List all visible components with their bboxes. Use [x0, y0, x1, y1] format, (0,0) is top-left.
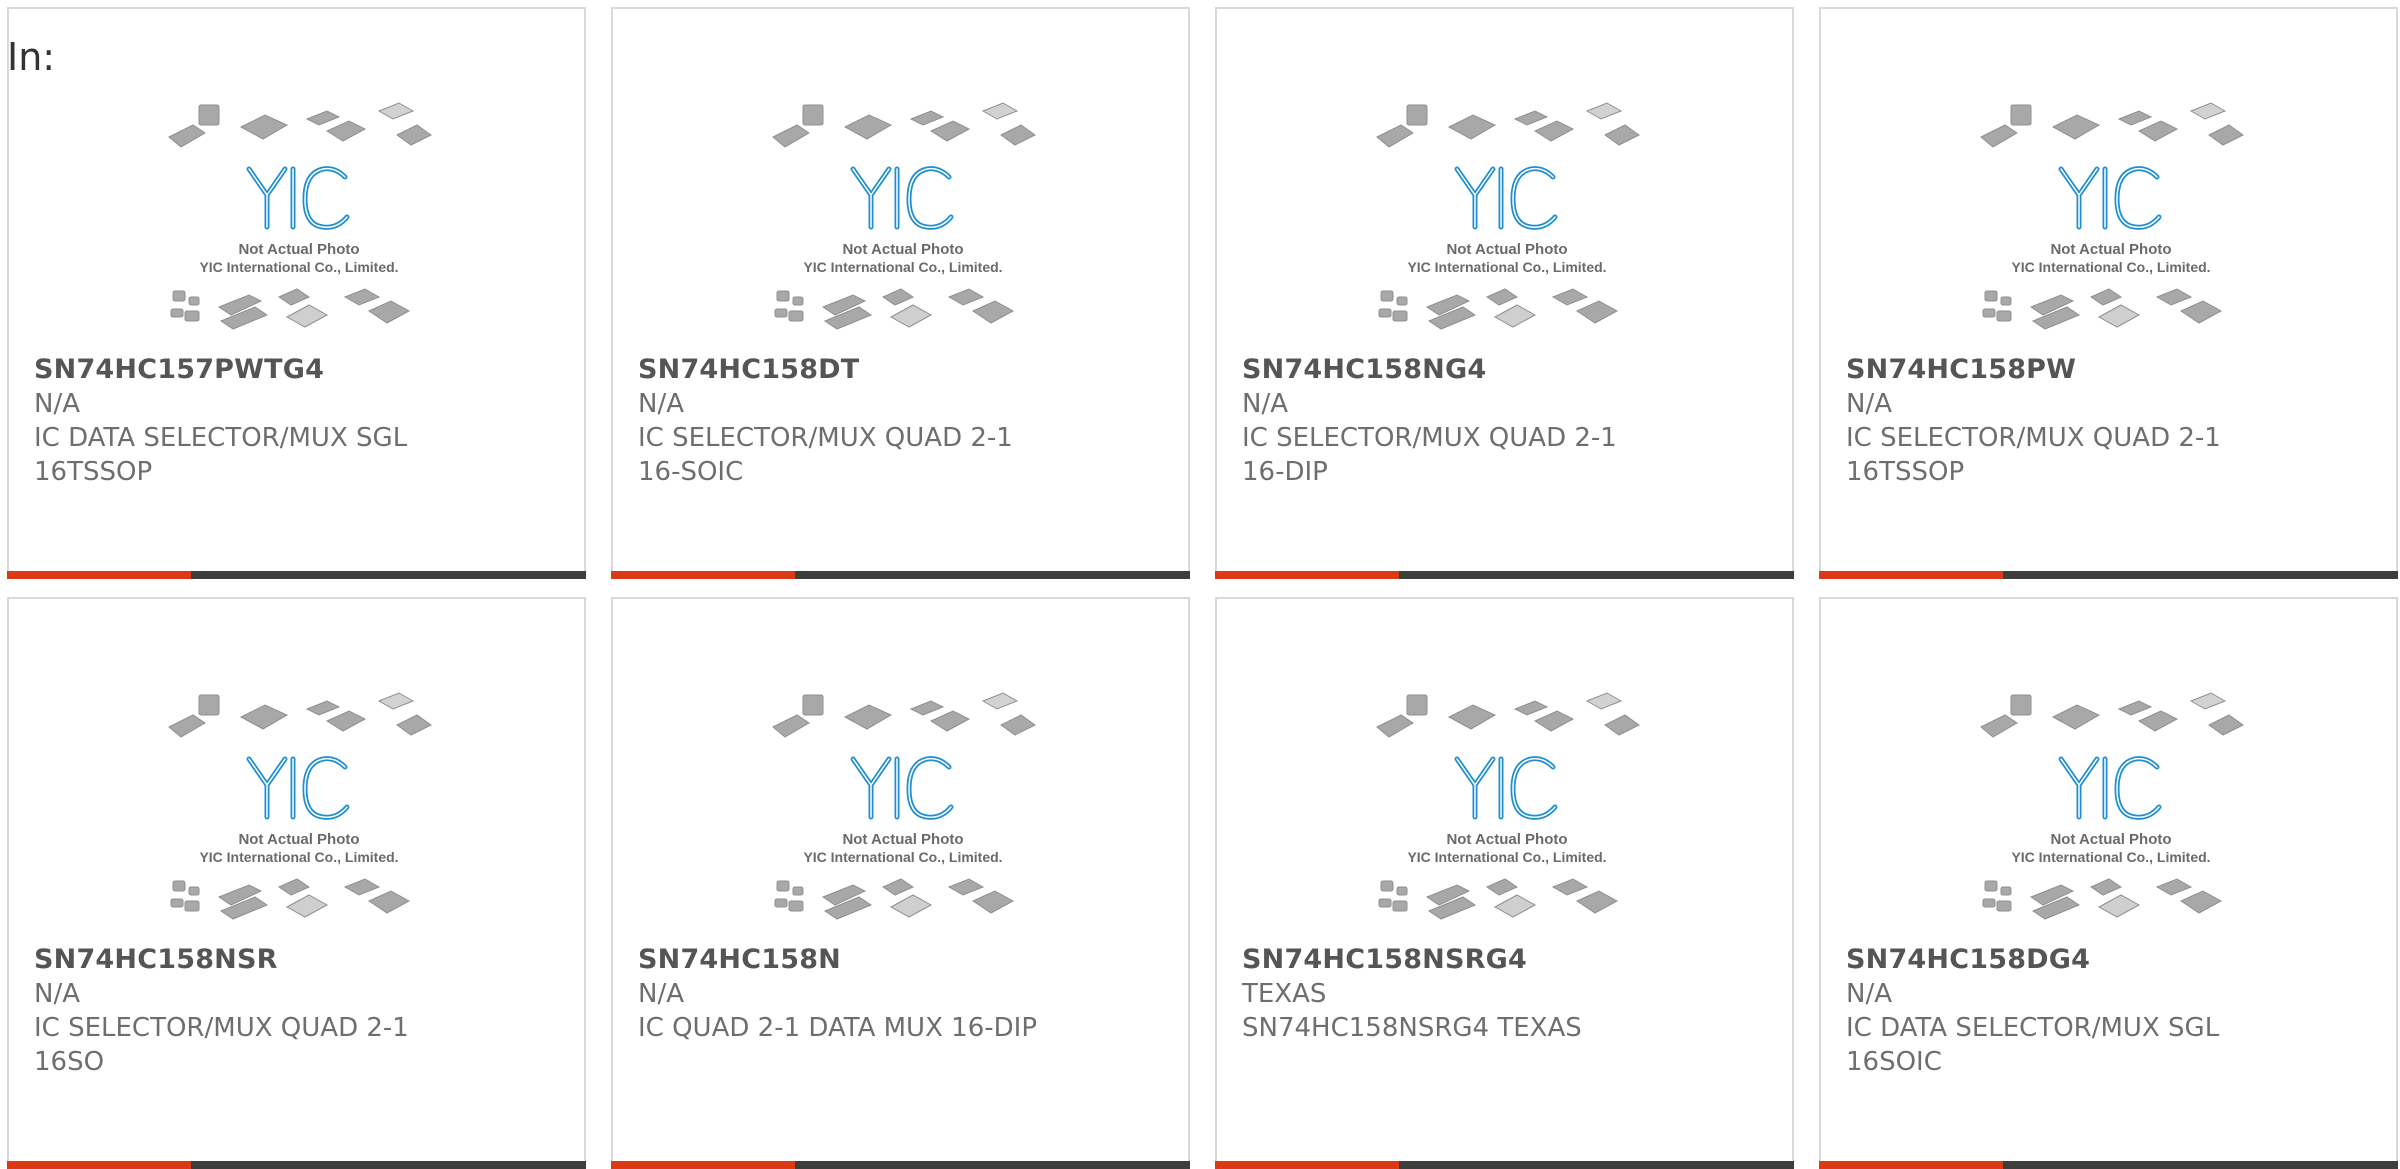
company-name-label: YIC International Co., Limited. — [2011, 259, 2210, 275]
product-description: IC SELECTOR/MUX QUAD 2-1 16-DIP — [1242, 423, 1617, 487]
product-info: SN74HC158NG4 N/A IC SELECTOR/MUX QUAD 2-… — [1242, 353, 1662, 489]
manufacturer: N/A — [1846, 979, 1892, 1009]
card-accent-bar — [1819, 571, 2398, 579]
card-accent-bar-highlight — [611, 571, 795, 579]
company-name-label: YIC International Co., Limited. — [199, 259, 398, 275]
product-description: IC SELECTOR/MUX QUAD 2-1 16SO — [34, 1013, 409, 1077]
card-accent-bar-track — [795, 1161, 1190, 1169]
company-name-label: YIC International Co., Limited. — [803, 849, 1002, 865]
card-accent-bar — [1819, 1161, 2398, 1169]
company-name-label: YIC International Co., Limited. — [803, 259, 1002, 275]
not-actual-photo-label: Not Actual Photo — [842, 831, 963, 848]
card-accent-bar — [1215, 1161, 1794, 1169]
not-actual-photo-label: Not Actual Photo — [2050, 241, 2171, 258]
not-actual-photo-label: Not Actual Photo — [1446, 241, 1567, 258]
card-accent-bar-track — [2003, 1161, 2398, 1169]
product-image[interactable]: Not Actual Photo YIC International Co., … — [1367, 99, 1647, 344]
product-card[interactable]: Not Actual Photo YIC International Co., … — [611, 7, 1190, 579]
card-accent-bar — [611, 1161, 1190, 1169]
manufacturer: N/A — [1242, 389, 1288, 419]
product-card[interactable]: Not Actual Photo YIC International Co., … — [7, 7, 586, 579]
card-accent-bar-track — [1399, 571, 1794, 579]
not-actual-photo-label: Not Actual Photo — [842, 241, 963, 258]
company-name-label: YIC International Co., Limited. — [1407, 259, 1606, 275]
product-image[interactable]: Not Actual Photo YIC International Co., … — [763, 689, 1043, 934]
chip-package-placeholder-icon: Not Actual Photo YIC International Co., … — [772, 692, 1036, 920]
product-info: SN74HC158PW N/A IC SELECTOR/MUX QUAD 2-1… — [1846, 353, 2266, 489]
manufacturer: N/A — [638, 979, 684, 1009]
part-number[interactable]: SN74HC158N — [638, 943, 1058, 977]
company-name-label: YIC International Co., Limited. — [2011, 849, 2210, 865]
product-image[interactable]: Not Actual Photo YIC International Co., … — [159, 99, 439, 344]
part-number[interactable]: SN74HC158PW — [1846, 353, 2266, 387]
part-number[interactable]: SN74HC157PWTG4 — [34, 353, 454, 387]
card-accent-bar-highlight — [1215, 1161, 1399, 1169]
part-number[interactable]: SN74HC158DG4 — [1846, 943, 2266, 977]
part-number[interactable]: SN74HC158NG4 — [1242, 353, 1662, 387]
card-accent-bar — [611, 571, 1190, 579]
product-info: SN74HC158NSR N/A IC SELECTOR/MUX QUAD 2-… — [34, 943, 454, 1079]
product-image[interactable]: Not Actual Photo YIC International Co., … — [159, 689, 439, 934]
card-accent-bar-highlight — [7, 571, 191, 579]
product-card[interactable]: Not Actual Photo YIC International Co., … — [611, 597, 1190, 1169]
manufacturer: N/A — [34, 389, 80, 419]
part-number[interactable]: SN74HC158NSRG4 — [1242, 943, 1662, 977]
card-accent-bar-highlight — [1215, 571, 1399, 579]
product-description: IC SELECTOR/MUX QUAD 2-1 16-SOIC — [638, 423, 1013, 487]
manufacturer: N/A — [1846, 389, 1892, 419]
product-description: IC SELECTOR/MUX QUAD 2-1 16TSSOP — [1846, 423, 2221, 487]
manufacturer: N/A — [638, 389, 684, 419]
page-label: In: — [7, 35, 56, 79]
card-accent-bar-track — [795, 571, 1190, 579]
product-info: SN74HC158N N/A IC QUAD 2-1 DATA MUX 16-D… — [638, 943, 1058, 1045]
chip-package-placeholder-icon: Not Actual Photo YIC International Co., … — [168, 102, 432, 330]
card-accent-bar-track — [191, 1161, 586, 1169]
product-description: SN74HC158NSRG4 TEXAS — [1242, 1013, 1582, 1043]
product-card[interactable]: Not Actual Photo YIC International Co., … — [1215, 7, 1794, 579]
company-name-label: YIC International Co., Limited. — [199, 849, 398, 865]
not-actual-photo-label: Not Actual Photo — [238, 241, 359, 258]
card-accent-bar-highlight — [1819, 571, 2003, 579]
product-description: IC DATA SELECTOR/MUX SGL 16SOIC — [1846, 1013, 2220, 1077]
not-actual-photo-label: Not Actual Photo — [1446, 831, 1567, 848]
chip-package-placeholder-icon: Not Actual Photo YIC International Co., … — [772, 102, 1036, 330]
product-image[interactable]: Not Actual Photo YIC International Co., … — [1367, 689, 1647, 934]
card-accent-bar-highlight — [611, 1161, 795, 1169]
product-info: SN74HC158DG4 N/A IC DATA SELECTOR/MUX SG… — [1846, 943, 2266, 1079]
product-card[interactable]: Not Actual Photo YIC International Co., … — [1819, 597, 2398, 1169]
chip-package-placeholder-icon: Not Actual Photo YIC International Co., … — [1376, 692, 1640, 920]
product-card[interactable]: Not Actual Photo YIC International Co., … — [1215, 597, 1794, 1169]
card-accent-bar-track — [191, 571, 586, 579]
card-accent-bar-highlight — [1819, 1161, 2003, 1169]
product-description: IC DATA SELECTOR/MUX SGL 16TSSOP — [34, 423, 408, 487]
chip-package-placeholder-icon: Not Actual Photo YIC International Co., … — [1376, 102, 1640, 330]
not-actual-photo-label: Not Actual Photo — [2050, 831, 2171, 848]
product-image[interactable]: Not Actual Photo YIC International Co., … — [1971, 689, 2251, 934]
product-image[interactable]: Not Actual Photo YIC International Co., … — [1971, 99, 2251, 344]
product-grid: Not Actual Photo YIC International Co., … — [7, 7, 2398, 1169]
part-number[interactable]: SN74HC158DT — [638, 353, 1058, 387]
company-name-label: YIC International Co., Limited. — [1407, 849, 1606, 865]
product-info: SN74HC158DT N/A IC SELECTOR/MUX QUAD 2-1… — [638, 353, 1058, 489]
part-number[interactable]: SN74HC158NSR — [34, 943, 454, 977]
chip-package-placeholder-icon: Not Actual Photo YIC International Co., … — [1980, 102, 2244, 330]
card-accent-bar-track — [1399, 1161, 1794, 1169]
card-accent-bar-track — [2003, 571, 2398, 579]
card-accent-bar — [7, 1161, 586, 1169]
chip-package-placeholder-icon: Not Actual Photo YIC International Co., … — [168, 692, 432, 920]
product-card[interactable]: Not Actual Photo YIC International Co., … — [1819, 7, 2398, 579]
manufacturer: TEXAS — [1242, 979, 1327, 1009]
product-description: IC QUAD 2-1 DATA MUX 16-DIP — [638, 1013, 1038, 1043]
card-accent-bar-highlight — [7, 1161, 191, 1169]
product-card[interactable]: Not Actual Photo YIC International Co., … — [7, 597, 586, 1169]
not-actual-photo-label: Not Actual Photo — [238, 831, 359, 848]
manufacturer: N/A — [34, 979, 80, 1009]
card-accent-bar — [7, 571, 586, 579]
product-info: SN74HC158NSRG4 TEXAS SN74HC158NSRG4 TEXA… — [1242, 943, 1662, 1045]
chip-package-placeholder-icon: Not Actual Photo YIC International Co., … — [1980, 692, 2244, 920]
product-image[interactable]: Not Actual Photo YIC International Co., … — [763, 99, 1043, 344]
product-info: SN74HC157PWTG4 N/A IC DATA SELECTOR/MUX … — [34, 353, 454, 489]
card-accent-bar — [1215, 571, 1794, 579]
